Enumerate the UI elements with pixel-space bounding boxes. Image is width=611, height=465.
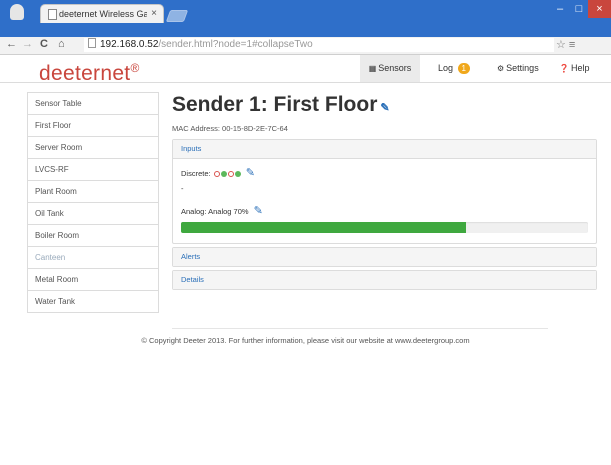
app-navbar: deeternet® ▦ Sensors Log 1 ⚙ Settings ❓ Hel… bbox=[0, 55, 611, 85]
page-title: Sender 1: First Floor ✎ bbox=[172, 92, 597, 122]
analog-progress-bar bbox=[181, 222, 588, 233]
alerts-panel-header[interactable]: Alerts bbox=[173, 248, 596, 266]
gear-icon: ⚙ bbox=[497, 64, 505, 73]
tab-close-icon[interactable]: × bbox=[151, 5, 157, 23]
mac-address: MAC Address: 00-15-8D-2E-7C-64 bbox=[172, 124, 288, 133]
forward-icon[interactable]: → bbox=[22, 38, 33, 50]
nav-sensors-label: Sensors bbox=[378, 63, 412, 73]
address-host: 192.168.0.52 bbox=[100, 39, 159, 50]
inputs-panel: Inputs Discrete: ✎ - Analog: Analog 70% … bbox=[172, 139, 597, 244]
edit-title-pencil-icon[interactable]: ✎ bbox=[380, 102, 389, 114]
tab-title: deeternet Wireless Gatew... bbox=[59, 9, 147, 19]
sidebar-item-sensor-table[interactable]: Sensor Table bbox=[27, 92, 159, 115]
edit-analog-pencil-icon[interactable]: ✎ bbox=[254, 205, 263, 217]
page-title-text: Sender 1: First Floor bbox=[172, 93, 378, 116]
browser-toolbar: ← → C ⌂ 192.168.0.52/sender.html?node=1#… bbox=[0, 37, 611, 55]
sidebar-item-server-room[interactable]: Server Room bbox=[27, 137, 159, 159]
browser-tab[interactable]: deeternet Wireless Gatew... × bbox=[40, 4, 164, 23]
address-path: /sender.html?node=1#collapseTwo bbox=[158, 39, 313, 50]
sidebar-item-lvcs-rf[interactable]: LVCS-RF bbox=[27, 159, 159, 181]
back-icon[interactable]: ← bbox=[6, 38, 17, 50]
sidebar-item-oil-tank[interactable]: Oil Tank bbox=[27, 203, 159, 225]
details-panel-header[interactable]: Details bbox=[173, 271, 596, 289]
main-content: Sender 1: First Floor ✎ MAC Address: 00-1… bbox=[172, 92, 597, 290]
inputs-panel-header[interactable]: Inputs bbox=[173, 140, 596, 158]
page-icon bbox=[48, 9, 57, 20]
nav-log-label: Log bbox=[438, 63, 454, 73]
profile-icon[interactable] bbox=[10, 4, 24, 20]
browser-titlebar: deeternet Wireless Gatew... × – □ × bbox=[0, 0, 611, 37]
sidebar-item-metal-room[interactable]: Metal Room bbox=[27, 269, 159, 291]
toolbar-icons[interactable]: ☆ ≡ bbox=[556, 38, 575, 51]
table-icon: ▦ bbox=[368, 64, 377, 73]
sidebar-item-canteen[interactable]: Canteen bbox=[27, 247, 159, 269]
dash-row: - bbox=[181, 184, 184, 193]
sidebar-item-plant-room[interactable]: Plant Room bbox=[27, 181, 159, 203]
home-icon[interactable]: ⌂ bbox=[58, 38, 65, 50]
discrete-label: Discrete: bbox=[181, 169, 211, 178]
reload-icon[interactable]: C bbox=[40, 38, 48, 50]
sidebar: Sensor Table First Floor Server Room LVC… bbox=[27, 92, 159, 313]
details-panel: Details bbox=[172, 270, 597, 290]
close-window-button[interactable]: × bbox=[588, 0, 611, 18]
discrete-row: Discrete: ✎ bbox=[181, 165, 588, 181]
page-icon bbox=[88, 38, 96, 48]
nav-help-label: Help bbox=[570, 63, 590, 73]
edit-discrete-pencil-icon[interactable]: ✎ bbox=[246, 167, 255, 179]
discrete-indicators bbox=[213, 169, 241, 178]
discrete-indicator-off bbox=[213, 171, 220, 177]
analog-row: Analog: Analog 70% ✎ bbox=[181, 203, 588, 219]
maximize-button[interactable]: □ bbox=[570, 0, 588, 18]
footer-text: © Copyright Deeter 2013. For further inf… bbox=[141, 336, 470, 345]
address-bar[interactable]: 192.168.0.52/sender.html?node=1#collapse… bbox=[84, 38, 554, 52]
nav-help[interactable]: ❓ Help bbox=[559, 55, 589, 82]
discrete-indicator-on bbox=[220, 171, 227, 177]
discrete-indicator-on bbox=[234, 171, 241, 177]
question-icon: ❓ bbox=[559, 64, 569, 73]
sidebar-item-first-floor[interactable]: First Floor bbox=[27, 115, 159, 137]
alerts-panel: Alerts bbox=[172, 247, 597, 267]
footer-divider bbox=[172, 328, 548, 329]
analog-progress-fill bbox=[181, 222, 466, 233]
nav-settings-label: Settings bbox=[506, 63, 539, 73]
minimize-button[interactable]: – bbox=[551, 0, 569, 18]
analog-label: Analog: Analog 70% bbox=[181, 207, 249, 216]
sidebar-item-water-tank[interactable]: Water Tank bbox=[27, 291, 159, 313]
nav-sensors[interactable]: ▦ Sensors bbox=[360, 55, 420, 82]
inputs-panel-body: Discrete: ✎ - Analog: Analog 70% ✎ bbox=[173, 158, 596, 243]
log-badge: 1 bbox=[457, 63, 470, 74]
new-tab-button[interactable] bbox=[165, 10, 189, 22]
discrete-indicator-off bbox=[227, 171, 234, 177]
sidebar-item-boiler-room[interactable]: Boiler Room bbox=[27, 225, 159, 247]
brand-logo[interactable]: deeternet® bbox=[39, 55, 140, 87]
nav-log[interactable]: Log 1 bbox=[438, 55, 470, 82]
nav-settings[interactable]: ⚙ Settings bbox=[497, 55, 539, 82]
